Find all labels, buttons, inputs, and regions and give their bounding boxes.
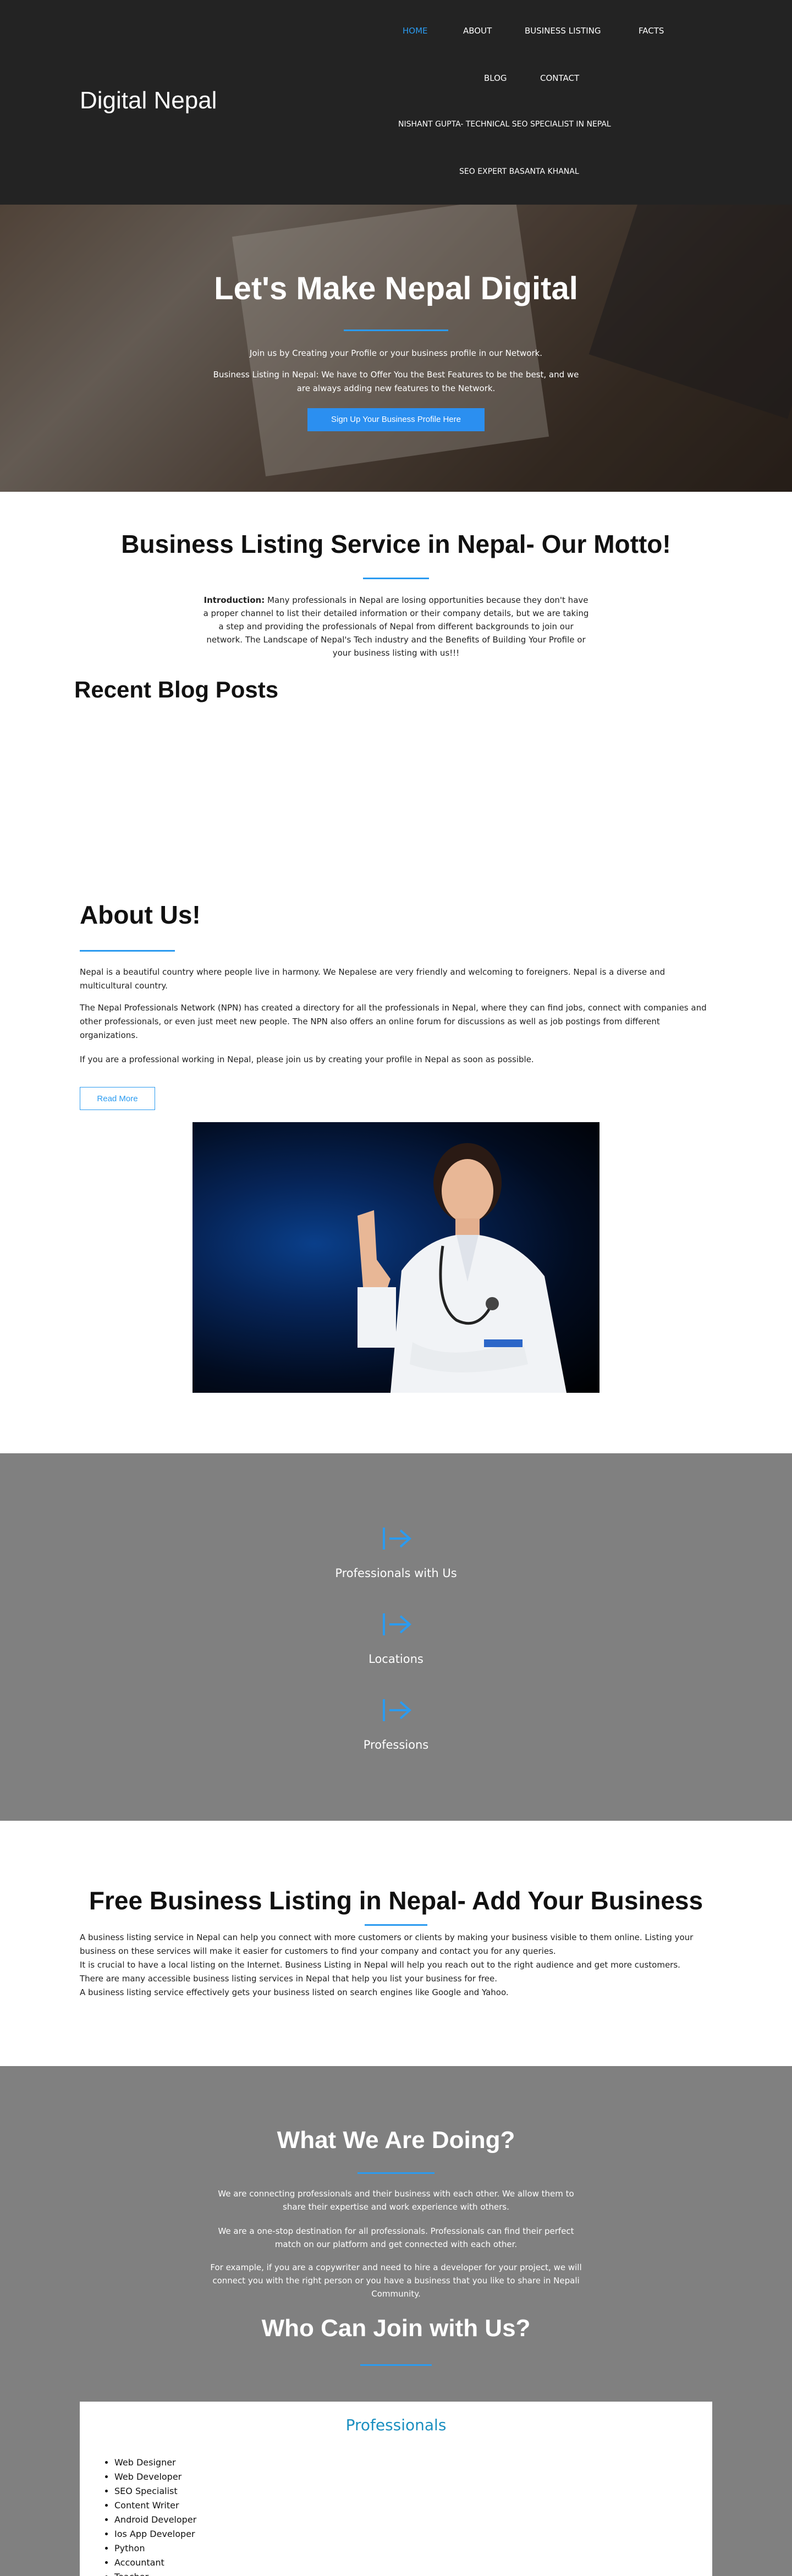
- nav-seo-expert[interactable]: SEO EXPERT BASANTA KHANAL: [459, 167, 579, 176]
- stat-professions: Professions: [363, 1738, 429, 1751]
- professionals-card-title: Professionals: [345, 2416, 447, 2434]
- join-underline: [360, 2364, 432, 2366]
- list-item: SEO Specialist: [114, 2484, 196, 2498]
- doing-title: What We Are Doing?: [277, 2127, 515, 2154]
- nav-blog[interactable]: BLOG: [484, 73, 507, 83]
- intro-label: Introduction:: [204, 595, 265, 605]
- nav-facts[interactable]: FACTS: [639, 26, 664, 36]
- sign-in-icon: [383, 1528, 412, 1550]
- stat-professionals: Professionals with Us: [335, 1567, 457, 1580]
- site-header: Digital Nepal HOME ABOUT BUSINESS LISTIN…: [0, 0, 792, 205]
- signup-business-button[interactable]: Sign Up Your Business Profile Here: [307, 408, 485, 431]
- doing-paragraph-2: We are a one-stop destination for all pr…: [218, 2226, 574, 2249]
- free-paragraph-2: It is crucial to have a local listing on…: [80, 1960, 680, 1970]
- sign-in-icon: [383, 1699, 412, 1721]
- doing-paragraph-3: For example, if you are a copywriter and…: [210, 2262, 582, 2299]
- nav-business-listing[interactable]: BUSINESS LISTING: [525, 26, 601, 36]
- free-listing-title: Free Business Listing in Nepal- Add Your…: [89, 1886, 703, 1915]
- doing-underline: [358, 2172, 435, 2174]
- nav-home[interactable]: HOME: [403, 26, 428, 36]
- hero-underline: [344, 329, 448, 331]
- list-item: Python: [114, 2541, 196, 2556]
- sign-in-icon: [383, 1613, 412, 1635]
- stat-locations: Locations: [369, 1652, 424, 1666]
- doing-paragraph-1: We are connecting professionals and thei…: [218, 2189, 574, 2212]
- free-paragraph-1: A business listing service in Nepal can …: [80, 1932, 694, 1956]
- nav-nishant-gupta[interactable]: NISHANT GUPTA- TECHNICAL SEO SPECIALIST …: [398, 120, 611, 129]
- about-title: About Us!: [80, 900, 201, 929]
- hero-title: Let's Make Nepal Digital: [214, 271, 578, 306]
- read-more-button[interactable]: Read More: [80, 1087, 155, 1110]
- list-item: Content Writer: [114, 2498, 196, 2513]
- free-paragraph-3: There are many accessible business listi…: [80, 1974, 498, 1984]
- about-paragraph-2: The Nepal Professionals Network (NPN) ha…: [80, 1003, 707, 1040]
- professionals-list: Web Designer Web Developer SEO Specialis…: [114, 2456, 196, 2576]
- join-title: Who Can Join with Us?: [261, 2315, 531, 2342]
- doctor-illustration: [358, 1143, 566, 1393]
- motto-title: Business Listing Service in Nepal- Our M…: [121, 530, 671, 558]
- about-paragraph-1: Nepal is a beautiful country where peopl…: [80, 967, 666, 991]
- recent-blog-title: Recent Blog Posts: [74, 677, 279, 702]
- free-listing-underline: [365, 1924, 427, 1926]
- stats-section: Professionals with Us Locations Professi…: [0, 1453, 792, 1821]
- free-paragraph-4: A business listing service effectively g…: [80, 1987, 509, 1997]
- nav-about[interactable]: ABOUT: [463, 26, 492, 36]
- list-item: Accountant: [114, 2556, 196, 2570]
- motto-intro: Introduction: Many professionals in Nepa…: [201, 594, 591, 660]
- motto-underline: [363, 578, 429, 579]
- professionals-card: Professionals Web Designer Web Developer…: [80, 2402, 712, 2576]
- site-logo[interactable]: Digital Nepal: [80, 87, 217, 114]
- hero-section: Let's Make Nepal Digital Join us by Crea…: [0, 205, 792, 492]
- about-paragraph-3: If you are a professional working in Nep…: [80, 1054, 534, 1064]
- about-underline: [80, 950, 175, 952]
- hero-line-2: Business Listing in Nepal: We have to Of…: [213, 370, 579, 393]
- list-item: Web Developer: [114, 2470, 196, 2484]
- nav-contact[interactable]: CONTACT: [540, 73, 579, 83]
- list-item: Android Developer: [114, 2513, 196, 2527]
- list-item: Web Designer: [114, 2456, 196, 2470]
- doctor-photo: [193, 1122, 600, 1393]
- list-item: Teacher: [114, 2570, 196, 2576]
- list-item: Ios App Developer: [114, 2527, 196, 2541]
- hero-line-1: Join us by Creating your Profile or your…: [249, 348, 543, 358]
